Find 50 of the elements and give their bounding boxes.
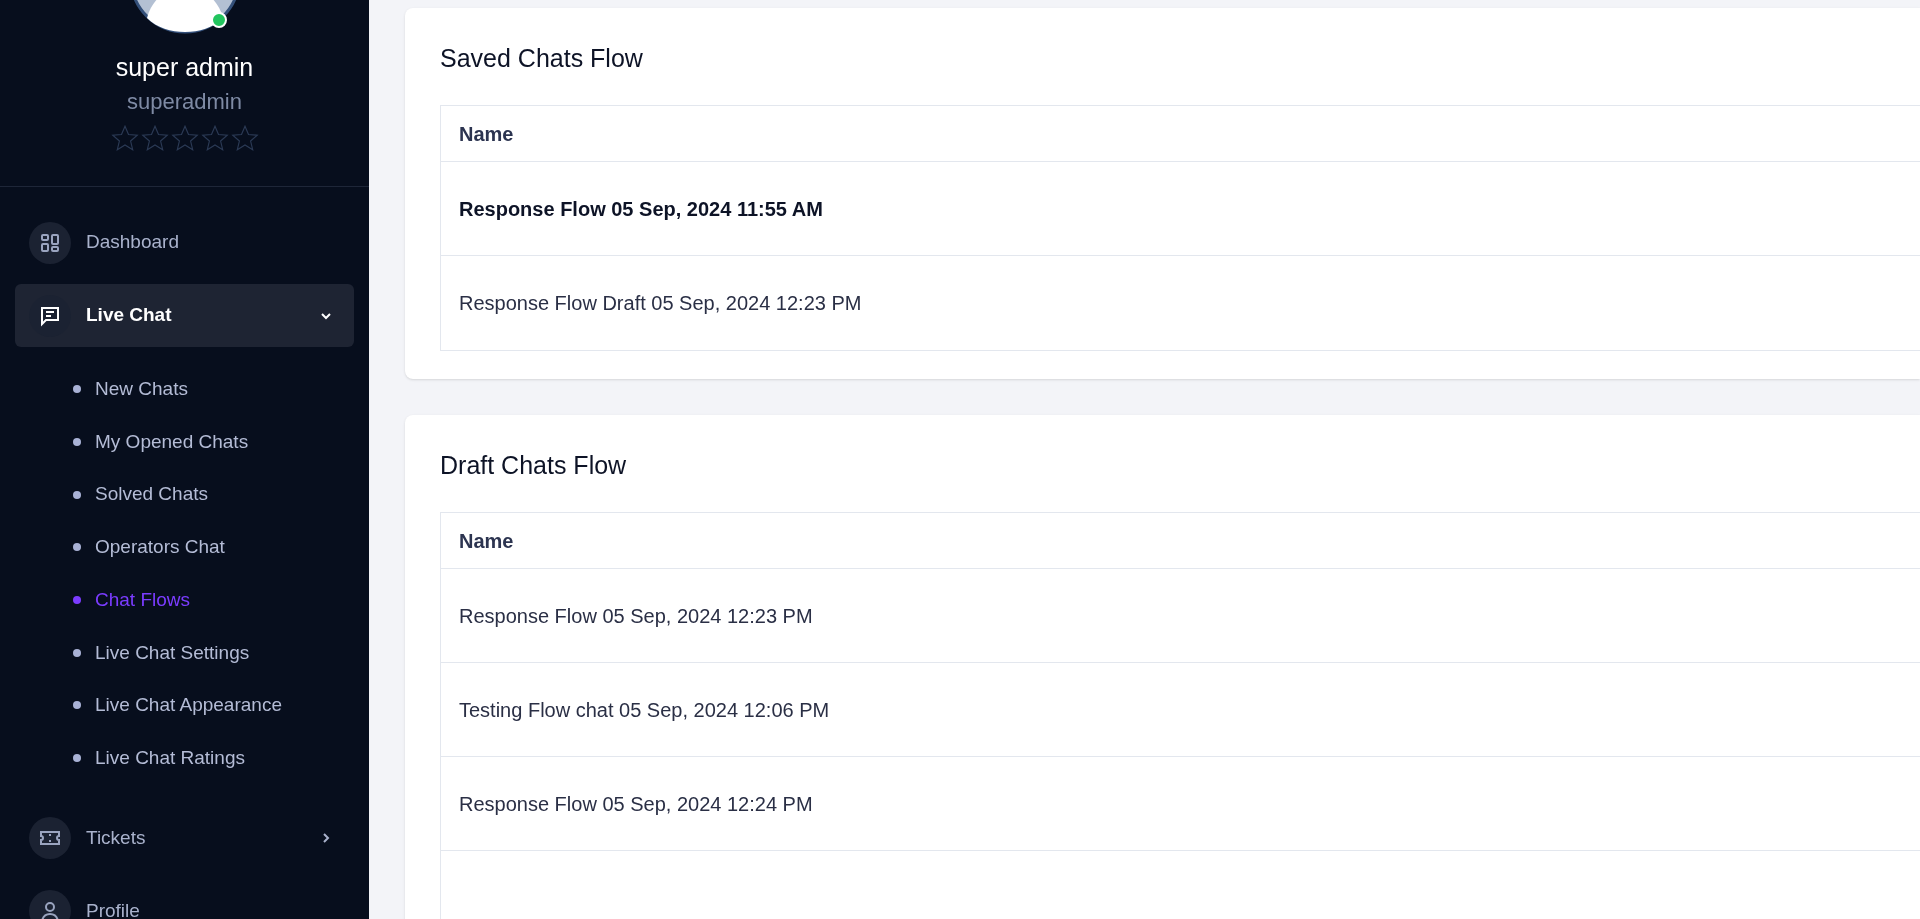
submenu-item[interactable]: New Chats — [73, 363, 354, 416]
menu-label: Dashboard — [86, 230, 180, 255]
table-row[interactable]: Testing Flow chat 05 Sep, 2024 12:06 PM — [441, 663, 1920, 757]
bullet-icon — [73, 438, 81, 447]
column-header: Name — [441, 513, 1920, 569]
ticket-icon — [29, 817, 71, 859]
star-icon — [170, 124, 199, 152]
submenu-item[interactable]: Live Chat Settings — [73, 626, 354, 680]
submenu-item[interactable]: Live Chat Ratings — [73, 731, 354, 785]
bullet-icon — [73, 490, 81, 499]
submenu-item[interactable]: Live Chat Appearance — [73, 679, 354, 732]
menu-item[interactable]: Profile — [15, 879, 354, 919]
submenu-label: Chat Flows — [95, 587, 191, 612]
user-name: super admin — [115, 52, 254, 82]
bullet-icon — [73, 648, 81, 657]
submenu-label: New Chats — [95, 377, 188, 402]
submenu-label: Operators Chat — [95, 535, 225, 560]
star-icon — [200, 124, 229, 152]
submenu-label: Solved Chats — [95, 482, 208, 507]
bullet-icon — [73, 701, 81, 710]
table-row[interactable]: Response Flow 05 Sep, 2024 12:24 PM — [441, 757, 1920, 851]
submenu-item[interactable]: Chat Flows — [73, 573, 354, 627]
submenu-label: Live Chat Appearance — [95, 693, 282, 718]
dashboard-icon — [29, 221, 71, 264]
card-title: Saved Chats Flow — [440, 43, 644, 74]
card-title: Draft Chats Flow — [440, 450, 628, 481]
menu-label: Profile — [86, 898, 141, 919]
table-row[interactable]: Response Flow Draft 05 Sep, 2024 12:23 PM — [441, 256, 1920, 350]
menu-group-item[interactable]: Live Chat — [15, 284, 354, 347]
bullet-icon — [73, 596, 81, 605]
submenu-label: Live Chat Ratings — [95, 745, 245, 770]
user-handle: superadmin — [127, 88, 242, 116]
submenu-label: My Opened Chats — [95, 429, 249, 454]
star-icon — [110, 124, 139, 152]
submenu-item[interactable]: My Opened Chats — [73, 415, 354, 469]
star-icon — [140, 124, 169, 152]
bullet-icon — [73, 385, 81, 394]
table-row[interactable]: Response Flow 05 Sep, 2024 11:55 AM — [441, 162, 1920, 256]
submenu-item[interactable]: Operators Chat — [73, 521, 354, 574]
menu-group-item[interactable]: Tickets — [15, 806, 354, 870]
menu-label: Live Chat — [86, 303, 173, 328]
star-icon — [230, 124, 259, 152]
menu-label: Tickets — [86, 825, 147, 850]
menu-item[interactable]: Dashboard — [15, 211, 354, 274]
table-row[interactable]: Response Flow 05 Sep, 2024 12:23 PM — [441, 569, 1920, 663]
submenu-item[interactable]: Solved Chats — [73, 468, 354, 522]
bullet-icon — [73, 543, 81, 552]
bullet-icon — [73, 754, 81, 763]
submenu-label: Live Chat Settings — [95, 640, 250, 665]
column-header: Name — [441, 106, 1920, 162]
